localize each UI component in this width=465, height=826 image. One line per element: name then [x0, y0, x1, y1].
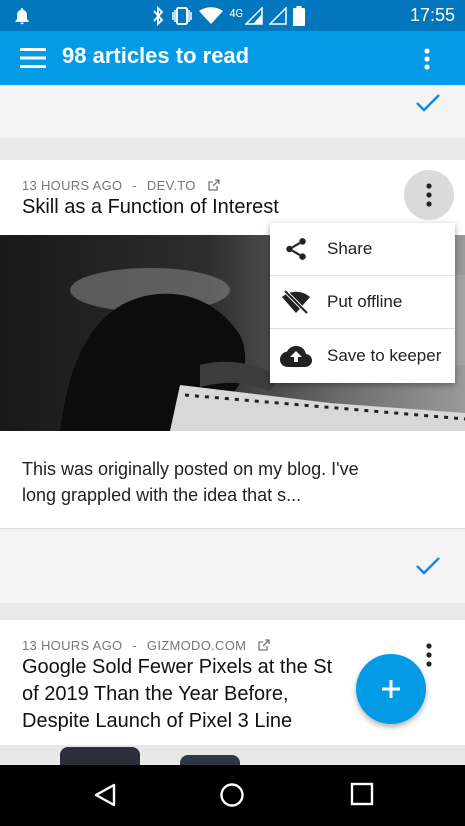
vibrate-icon — [171, 7, 193, 29]
article-source: DEV.TO — [146, 178, 196, 193]
add-article-button[interactable] — [356, 654, 426, 724]
article-source: GIZMODO.COM — [146, 638, 247, 653]
article-title[interactable]: Skill as a Function of Interest — [22, 194, 279, 221]
article-time: 13 HOURS AGO — [22, 178, 123, 193]
notification-bell-icon — [12, 6, 32, 30]
meta-separator: - — [132, 638, 137, 653]
article-meta: 13 HOURS AGO - DEV.TO — [22, 178, 220, 193]
excerpt-line: long grappled with the idea that s... — [22, 485, 302, 505]
more-vertical-icon[interactable] — [417, 47, 437, 71]
status-icons: 4G — [151, 5, 305, 30]
article-excerpt: This was originally posted on my blog. I… — [22, 456, 359, 508]
title-line: Google Sold Fewer Pixels at the St — [22, 656, 333, 678]
network-label: 4G — [229, 6, 243, 20]
battery-icon — [293, 6, 305, 30]
plus-icon — [356, 680, 426, 728]
hamburger-menu-icon[interactable] — [20, 47, 48, 69]
share-icon — [276, 236, 316, 262]
menu-item-label: Share — [327, 239, 373, 258]
article-more-icon[interactable] — [404, 170, 454, 220]
menu-item-save-to-keeper[interactable]: Save to keeper — [270, 329, 455, 382]
recents-icon[interactable] — [350, 782, 374, 810]
app-bar: 98 articles to read — [0, 31, 465, 85]
menu-item-label: Put offline — [327, 292, 403, 311]
page-title: 98 articles to read — [62, 43, 250, 68]
cloud-upload-icon — [276, 344, 316, 368]
article-time: 13 HOURS AGO — [22, 638, 123, 653]
system-navigation-bar — [0, 765, 465, 826]
menu-item-put-offline[interactable]: Put offline — [270, 276, 455, 329]
article-meta: 13 HOURS AGO - GIZMODO.COM — [22, 638, 270, 653]
wifi-icon — [199, 7, 224, 29]
signal-icon — [268, 6, 287, 29]
mark-read-check-icon[interactable] — [415, 92, 441, 118]
mark-read-check-icon[interactable] — [415, 555, 441, 581]
article-image[interactable] — [0, 745, 465, 765]
article-title[interactable]: Google Sold Fewer Pixels at the St of 20… — [22, 654, 332, 735]
bluetooth-icon — [151, 5, 165, 30]
status-bar: 4G 17:55 — [0, 0, 465, 31]
menu-item-label: Save to keeper — [327, 345, 442, 365]
title-line: of 2019 Than the Year Before, — [22, 683, 289, 705]
title-line: Despite Launch of Pixel 3 Line — [22, 710, 293, 732]
meta-separator: - — [132, 178, 137, 193]
wifi-off-icon — [276, 289, 316, 315]
excerpt-line: This was originally posted on my blog. I… — [22, 459, 359, 479]
status-time: 17:55 — [409, 5, 455, 25]
open-external-icon[interactable] — [258, 639, 270, 651]
article-context-menu: Share Put offline Save to keeper — [270, 223, 455, 383]
signal-icon — [244, 6, 263, 29]
menu-item-share[interactable]: Share — [270, 223, 455, 276]
open-external-icon[interactable] — [207, 179, 220, 191]
card-footer — [0, 528, 465, 603]
card-footer — [0, 85, 465, 138]
back-icon[interactable] — [92, 782, 118, 812]
home-icon[interactable] — [219, 782, 245, 812]
